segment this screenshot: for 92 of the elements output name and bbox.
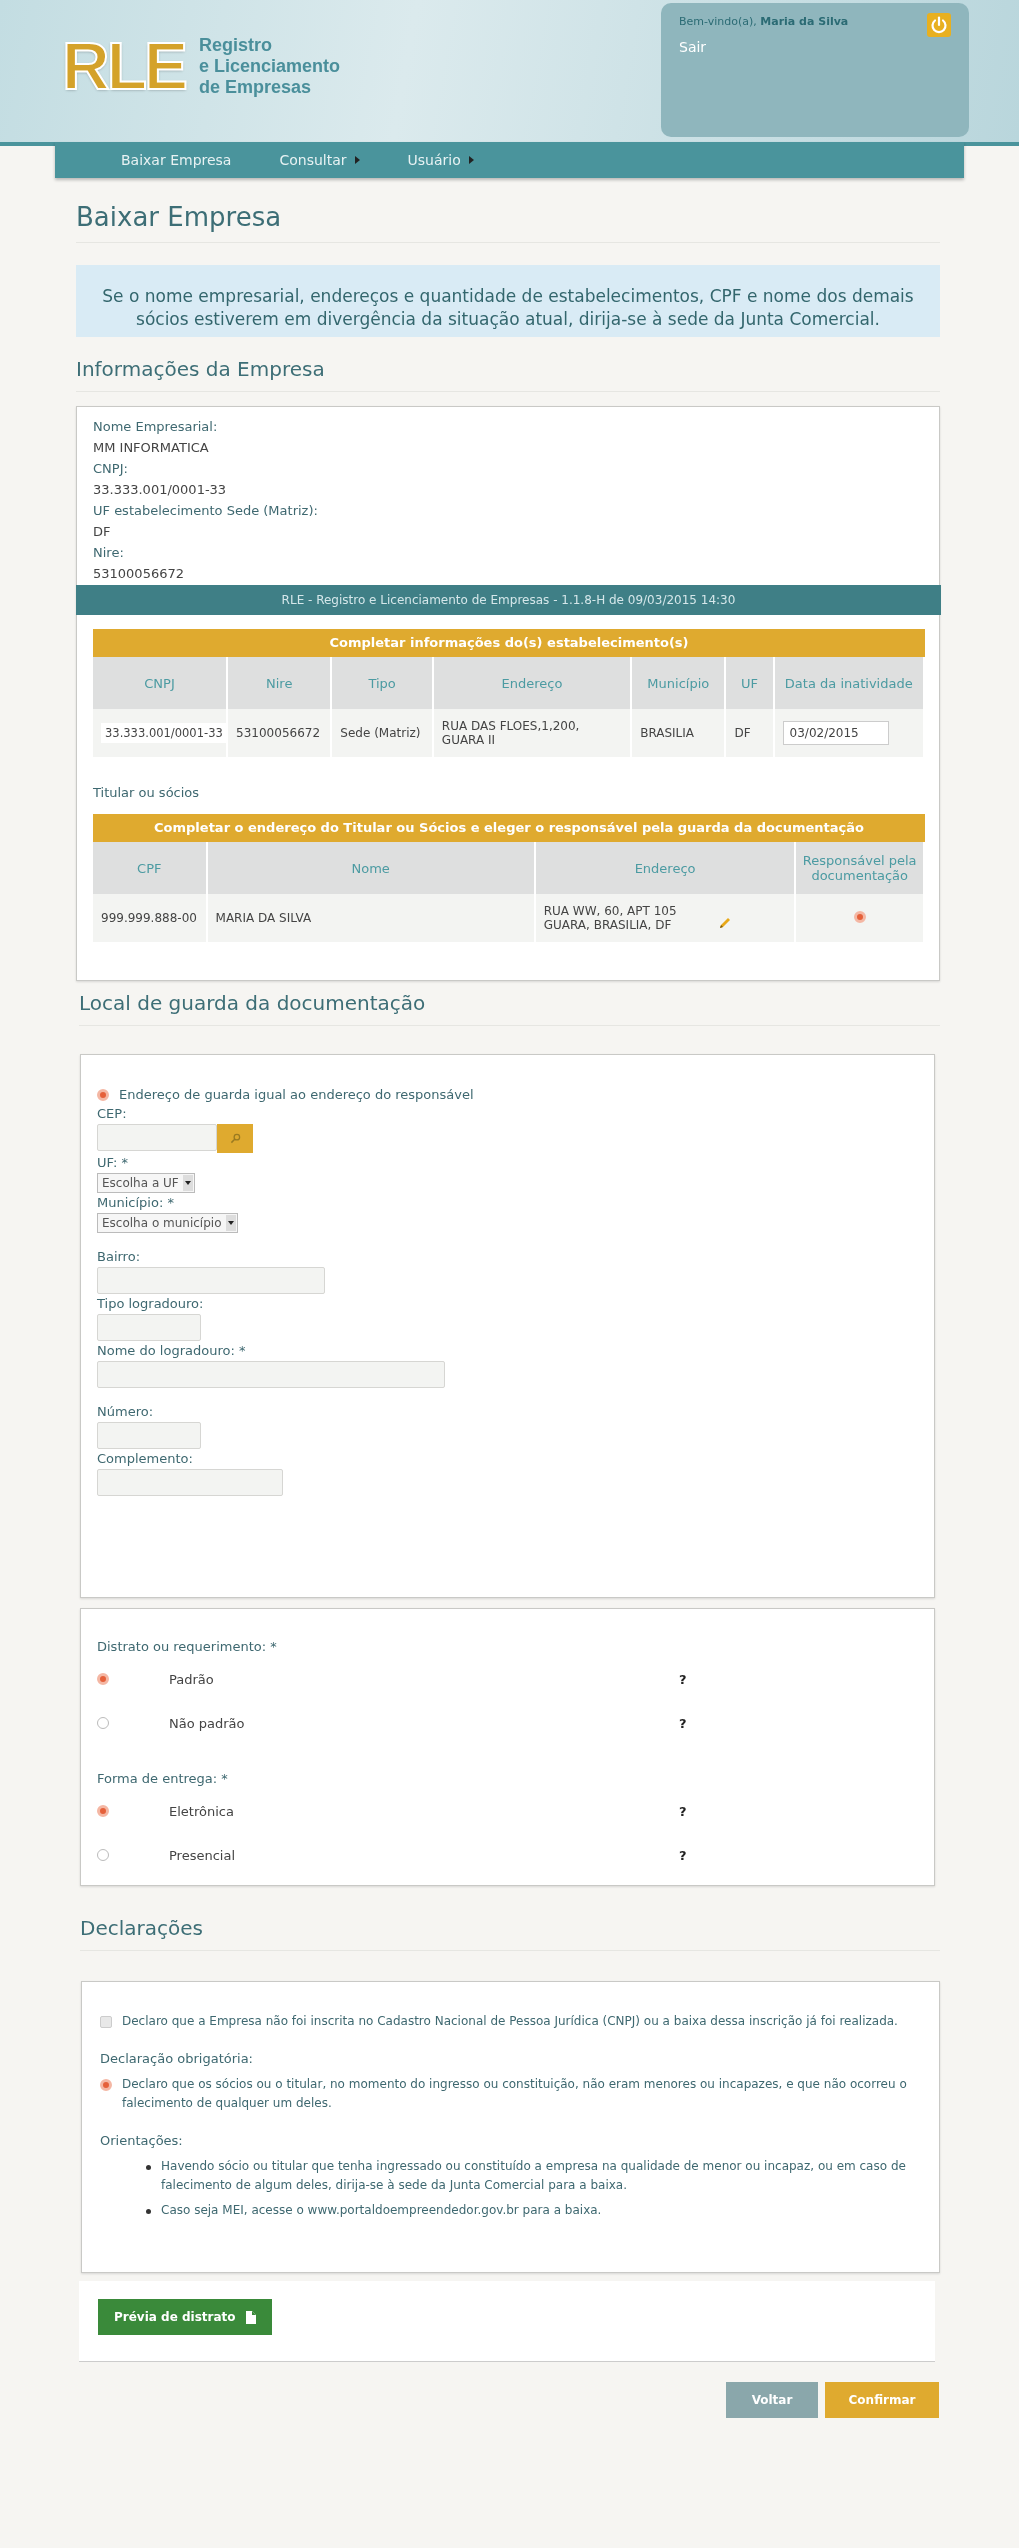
section-title: Declarações: [80, 1916, 940, 1951]
guidance-text: Caso seja MEI, acesse o www.portaldoempreendedor.gov.br para a baixa.: [161, 2202, 602, 2219]
bullet-icon: [146, 2209, 151, 2214]
field-label: Complemento:: [97, 1450, 193, 1468]
column-header: Município: [631, 657, 726, 709]
field-label: Distrato ou requerimento: *: [97, 1638, 278, 1656]
page-title: Baixar Empresa: [76, 202, 940, 243]
column-header: Nire: [227, 657, 332, 709]
logo-mark: RLE: [62, 33, 185, 99]
radio-label: Endereço de guarda igual ao endereço do responsável: [119, 1086, 474, 1104]
field-label: Tipo logradouro:: [97, 1295, 204, 1313]
dropdown[interactable]: Escolha a UF: [97, 1173, 195, 1193]
checkbox-label: Declaro que a Empresa não foi inscrita no Cadastro Nacional de Pessoa Jurídica (CNPJ) ou a baixa dessa inscrição já foi realizada.: [122, 2013, 898, 2030]
subsection-title: Titular ou sócios: [93, 785, 201, 800]
notice-text: Se o nome empresarial, endereços e quantidade de estabelecimentos, CPF e nome dos demais sócios estiverem em divergência da situação atual, dirija-se à sede da Junta Comercial.: [76, 265, 940, 337]
section-title: Local de guarda da documentação: [79, 991, 940, 1026]
field-value: 53100056672: [93, 565, 185, 583]
logo-text: e Licenciamento: [199, 55, 341, 77]
field-label: UF estabelecimento Sede (Matriz):: [93, 502, 319, 520]
field-label: Nome do logradouro: *: [97, 1342, 246, 1360]
radio-button[interactable]: [853, 910, 866, 923]
field-label: Declaração obrigatória:: [100, 2050, 254, 2068]
field-label: UF: *: [97, 1154, 128, 1172]
field-label: Bairro:: [97, 1248, 140, 1266]
guidance-text: Havendo sócio ou titular que tenha ingressado ou constituído a empresa na qualidade de menor ou incapaz, ou em caso de falecimento de algum deles, dirija-se à sede da Junta Comercial para a baixa.: [161, 2158, 907, 2194]
text-field[interactable]: [97, 1361, 445, 1388]
field-label: Orientações:: [100, 2132, 184, 2150]
field-label: CNPJ:: [93, 460, 129, 478]
radio-button[interactable]: [97, 1717, 109, 1729]
field-value: MM INFORMATICA: [93, 439, 210, 457]
radio-label: Não padrão: [169, 1715, 246, 1731]
radio-button[interactable]: [97, 1805, 109, 1817]
dropdown[interactable]: Escolha o município: [97, 1213, 238, 1233]
column-header: Data da inatividade: [773, 657, 924, 709]
table-cell: RUA DAS FLOES,1,200, GUARA II: [432, 709, 632, 757]
field-label: Município: *: [97, 1194, 174, 1212]
column-header: Tipo: [331, 657, 433, 709]
table-cell: 33.333.001/0001-33: [101, 723, 227, 743]
document-icon: [245, 2310, 256, 2324]
radio-button[interactable]: [97, 1673, 109, 1685]
help-mark[interactable]: ?: [679, 1847, 687, 1863]
radio-label: Declaro que os sócios ou o titular, no momento do ingresso ou constituição, não eram menores ou incapazes, e que não ocorreu o falecimento de qualquer um deles.: [122, 2076, 908, 2112]
text-field[interactable]: [97, 1314, 201, 1341]
welcome-text: Bem-vindo(a), Maria da Silva: [679, 15, 849, 28]
column-header: Endereço: [534, 842, 796, 894]
column-header: CPF: [93, 842, 207, 894]
pencil-icon[interactable]: [717, 916, 732, 930]
bullet-icon: [146, 2165, 151, 2170]
table-cell-text: RUA WW, 60, APT 105 GUARA, BRASILIA, DF: [543, 904, 678, 932]
text-field[interactable]: [97, 1267, 325, 1294]
table-cell: BRASILIA: [631, 709, 726, 757]
help-mark[interactable]: ?: [679, 1715, 687, 1731]
table-banner: Completar informações do(s) estabelecimento(s): [93, 629, 925, 657]
column-header: Responsável pela documentação: [795, 842, 924, 894]
column-header: UF: [725, 657, 774, 709]
table-banner: Completar o endereço do Titular ou Sócios e eleger o responsável pela guarda da documentação: [93, 814, 925, 842]
radio-button[interactable]: [97, 1849, 109, 1861]
field-label: Número:: [97, 1403, 154, 1421]
table-cell: 53100056672: [227, 709, 332, 757]
power-icon[interactable]: [927, 13, 951, 37]
radio-label: Presencial: [169, 1847, 236, 1863]
text-field[interactable]: [97, 1422, 201, 1449]
field-label: Nire:: [93, 544, 125, 562]
radio-button[interactable]: [97, 1088, 109, 1101]
field-value: DF: [93, 523, 112, 541]
column-header: Endereço: [432, 657, 632, 709]
search-button[interactable]: [217, 1124, 253, 1153]
text-field[interactable]: [97, 1469, 283, 1496]
search-icon: [229, 1133, 241, 1144]
help-mark[interactable]: ?: [679, 1671, 687, 1687]
column-header: CNPJ: [93, 657, 228, 709]
logo-text: Registro: [199, 34, 273, 56]
field-label: Forma de entrega: *: [97, 1770, 229, 1788]
field-value: 33.333.001/0001-33: [93, 481, 228, 499]
column-header: Nome: [206, 842, 535, 894]
table-cell: MARIA DA SILVA: [206, 894, 535, 942]
section-title: Informações da Empresa: [76, 357, 940, 392]
field-label: CEP:: [97, 1105, 127, 1123]
field-label: Nome Empresarial:: [93, 418, 219, 436]
radio-label: Padrão: [169, 1671, 215, 1687]
table-cell: 999.999.888-00: [93, 894, 207, 942]
help-mark[interactable]: ?: [679, 1803, 687, 1819]
cep-field[interactable]: [97, 1124, 217, 1151]
radio-button[interactable]: [100, 2079, 112, 2091]
table-cell: Sede (Matriz): [331, 709, 433, 757]
radio-label: Eletrônica: [169, 1803, 235, 1819]
logo-text: de Empresas: [199, 76, 313, 98]
table-cell: DF: [725, 709, 774, 757]
date-field[interactable]: 03/02/2015: [782, 721, 889, 745]
checkbox[interactable]: [100, 2015, 112, 2028]
footer-bar: RLE - Registro e Licenciamento de Empresas - 1.1.8-H de 09/03/2015 14:30: [76, 585, 941, 615]
preview-button[interactable]: Prévia de distrato: [98, 2299, 272, 2335]
